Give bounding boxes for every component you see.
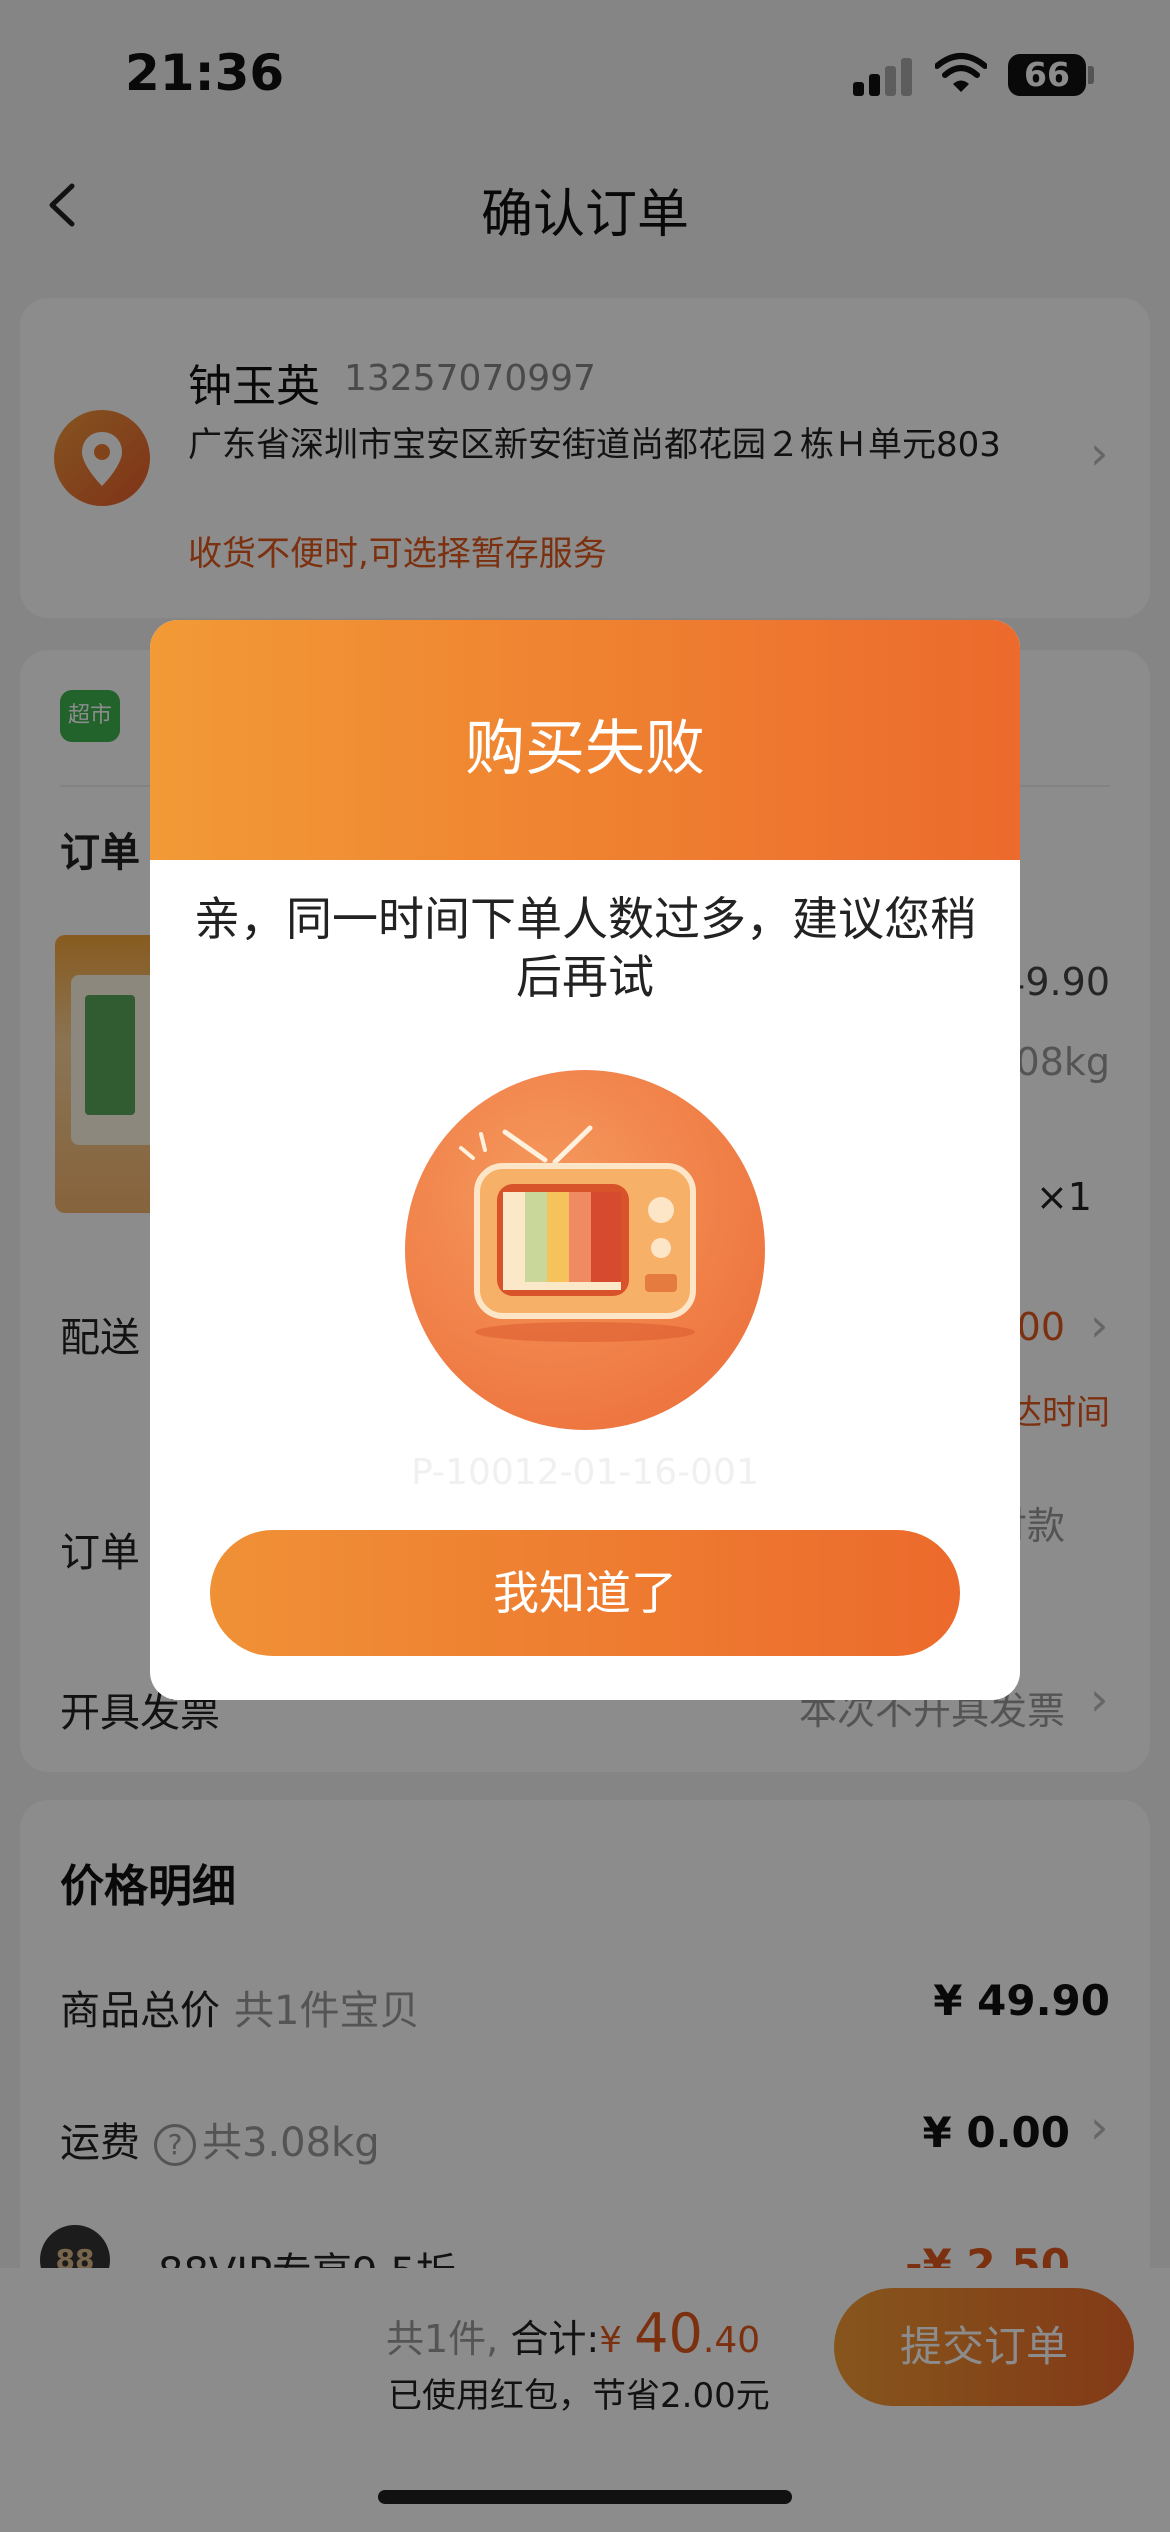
dialog-title: 购买失败 [465, 714, 705, 784]
ok-button[interactable]: 我知道了 [210, 1530, 960, 1656]
dialog-header: 购买失败 [150, 620, 1020, 860]
purchase-failed-dialog: 购买失败 亲，同一时间下单人数过多，建议您稍后再试 P-10012-01-16-… [150, 620, 1020, 1700]
tv-illustration-icon [405, 1070, 765, 1430]
dialog-message: 亲，同一时间下单人数过多，建议您稍后再试 [194, 892, 976, 1004]
home-indicator [378, 2490, 792, 2504]
error-code: P-10012-01-16-001 [411, 1452, 759, 1493]
